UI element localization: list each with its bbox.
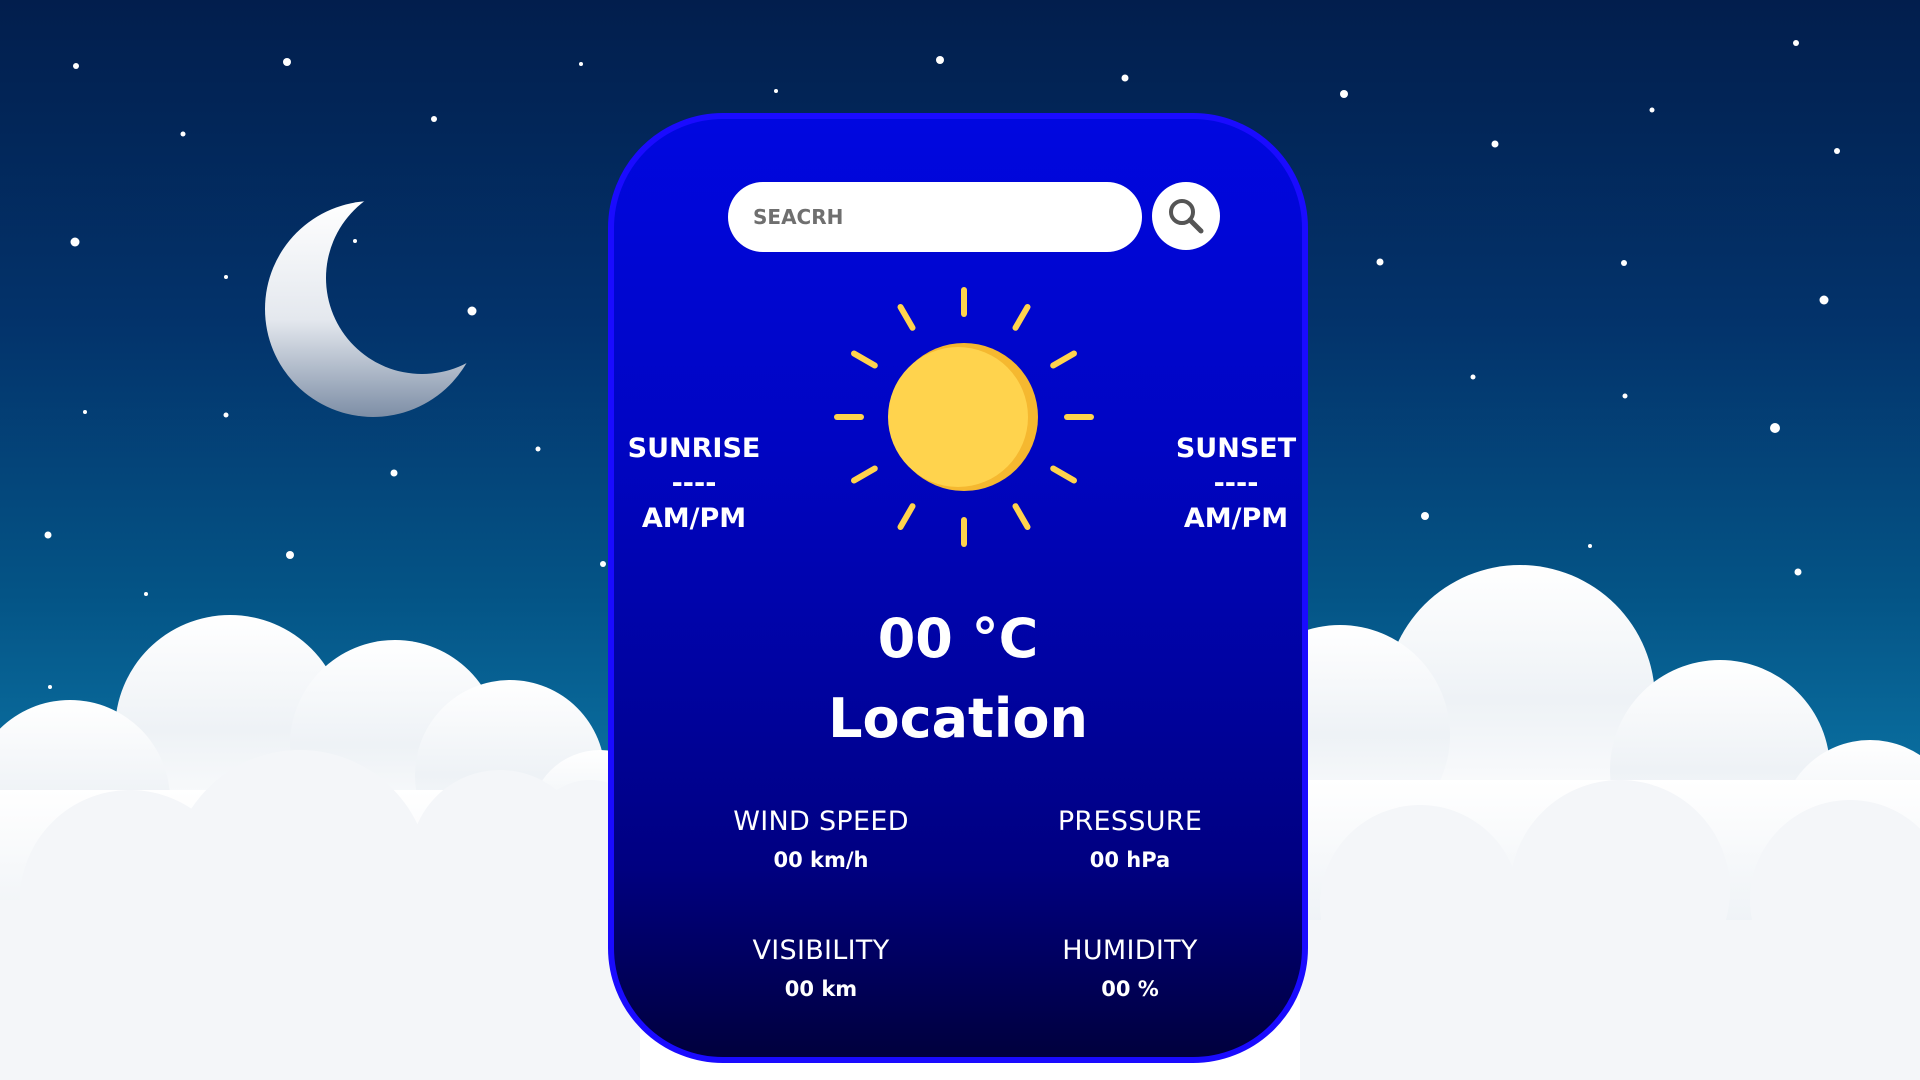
weather-app-scene: SUNRISE ---- AM/PM — [0, 0, 1920, 1080]
sun-icon — [834, 287, 1094, 547]
visibility-stat: VISIBILITY 00 km — [691, 933, 951, 1005]
search-icon — [1169, 199, 1204, 234]
sunset-time: ---- — [1213, 468, 1259, 499]
temperature-display: 00 °C — [877, 607, 1039, 670]
wind-speed-label: WIND SPEED — [733, 806, 909, 837]
pressure-value: 00 hPa — [1089, 848, 1171, 872]
sunset-label: SUNSET — [1175, 433, 1297, 464]
wind-speed-value: 00 km/h — [773, 848, 869, 872]
pressure-stat: PRESSURE 00 hPa — [1000, 804, 1260, 876]
sunset-block: SUNSET ---- AM/PM — [1156, 431, 1316, 536]
visibility-value: 00 km — [784, 977, 858, 1001]
humidity-value: 00 % — [1101, 977, 1159, 1001]
sunrise-label: SUNRISE — [627, 433, 761, 464]
weather-card: SUNRISE ---- AM/PM — [608, 113, 1308, 1063]
pressure-label: PRESSURE — [1057, 806, 1203, 837]
location-name: Location — [828, 687, 1088, 750]
sunrise-period: AM/PM — [641, 503, 747, 534]
humidity-label: HUMIDITY — [1062, 935, 1198, 966]
search-input[interactable] — [728, 182, 1142, 252]
sunrise-block: SUNRISE ---- AM/PM — [614, 431, 774, 536]
wind-speed-stat: WIND SPEED 00 km/h — [691, 804, 951, 876]
sunrise-time: ---- — [671, 468, 717, 499]
search-button[interactable] — [1152, 182, 1220, 250]
sunset-period: AM/PM — [1183, 503, 1289, 534]
humidity-stat: HUMIDITY 00 % — [1000, 933, 1260, 1005]
visibility-label: VISIBILITY — [752, 935, 890, 966]
